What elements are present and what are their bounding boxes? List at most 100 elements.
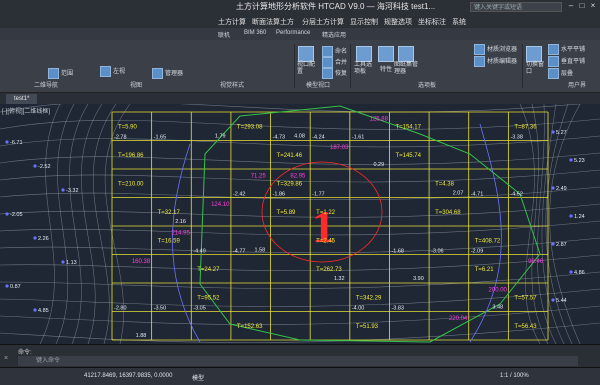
contour-line [0, 220, 600, 236]
tab-performance[interactable]: Performance [276, 30, 310, 36]
cut-depth-label: -4.73 [273, 135, 286, 141]
contour-line [0, 237, 600, 254]
command-history: 命令: [18, 350, 32, 356]
viewport-config-button[interactable]: 视口配置 [297, 62, 317, 76]
tool-palette-icon[interactable] [356, 46, 372, 62]
zoom-extents-icon [48, 68, 59, 79]
cut-depth-label: -3.50 [154, 306, 167, 312]
viewport-config-icon[interactable] [298, 46, 314, 62]
contour-line [0, 104, 582, 113]
title-bar: 土方计算地形分析软件 HTCAD V9.0 — 海河科技 test1... 键入… [0, 0, 600, 14]
menu-item-display-control[interactable]: 显示控制 [350, 17, 378, 27]
close-command-icon[interactable]: × [4, 355, 8, 362]
tab-bim360[interactable]: BIM 360 [244, 30, 266, 36]
cut-depth-label: -2.09 [471, 249, 484, 255]
tool-palette-button[interactable]: 工具选项板 [354, 62, 374, 76]
cut-depth-label: -1.77 [312, 192, 325, 198]
menu-item-earthwork[interactable]: 土方计算 [218, 17, 246, 27]
survey-point [33, 308, 37, 312]
properties-icon[interactable] [378, 46, 394, 62]
fill-height-label: 1.58 [255, 248, 266, 254]
center-marker: 1 [312, 201, 335, 252]
document-tab[interactable]: test1* [6, 94, 38, 104]
cut-depth-label: -4.00 [352, 306, 365, 312]
vertical-tile-button[interactable]: 垂直平铺 [548, 56, 585, 67]
elevation-label: 187.03 [330, 145, 349, 151]
maximize-icon[interactable]: □ [577, 1, 587, 12]
cut-depth-label: -3.38 [510, 135, 523, 141]
viewport-label[interactable]: [-][俯视][二维线框] [2, 106, 50, 115]
edge-elevation-label: 1.24 [574, 214, 585, 220]
cell-volume-label: T=304.68 [435, 210, 461, 216]
survey-point [5, 212, 9, 216]
menu-item-coordinate-label[interactable]: 坐标标注 [418, 17, 446, 27]
cut-depth-label: -4.77 [233, 249, 246, 255]
cell-volume-label: T=24.27 [197, 267, 220, 273]
cascade-button[interactable]: 层叠 [548, 68, 573, 79]
status-bar: 41217.8469, 16397.9835, 0.0000 模型 1:1 / … [0, 367, 600, 385]
fill-height-label: 4.08 [294, 134, 305, 140]
tab-featured-apps[interactable]: 精选应用 [322, 30, 346, 39]
cell-volume-label: T=5.90 [118, 124, 138, 130]
manager-icon [152, 68, 163, 79]
properties-button[interactable]: 特性 [380, 64, 392, 73]
menu-item-layered-earthwork[interactable]: 分层土方计算 [302, 17, 344, 27]
menu-item-section-earthwork[interactable]: 断面法算土方 [252, 17, 294, 27]
search-input[interactable]: 键入关键字或短语 [470, 2, 562, 12]
cell-volume-label: T=57.57 [514, 295, 537, 301]
view-manager-button[interactable]: 管理器 [152, 68, 183, 79]
elevation-label: 220.04 [449, 316, 468, 322]
edge-elevation-label: 2.49 [556, 186, 567, 192]
elevation-label: 125.88 [370, 116, 389, 122]
cell-volume-label: T=408.72 [475, 238, 501, 244]
survey-point [33, 236, 37, 240]
join-viewports-button[interactable]: 合并 [322, 57, 347, 68]
cut-depth-label: -2.80 [114, 306, 127, 312]
material-editor-button[interactable]: 材质编辑器 [474, 56, 517, 67]
view-cube-icon [100, 66, 111, 77]
ribbon-panel: 范围 左视 管理器 视口配置 命名 合并 恢复 工具选项板 特性 图纸集管理器 … [0, 40, 600, 93]
annotation-scale[interactable]: 1:1 / 100% [500, 373, 529, 379]
close-icon[interactable]: × [588, 1, 598, 12]
minimize-icon[interactable]: – [566, 1, 576, 12]
sheet-set-button[interactable]: 图纸集管理器 [394, 62, 420, 76]
cell-volume-label: T=262.73 [316, 267, 342, 273]
fill-height-label: 1.32 [334, 276, 345, 282]
command-input[interactable]: 键入命令 [18, 356, 578, 366]
switch-window-icon[interactable] [526, 46, 542, 62]
sheet-set-icon[interactable] [398, 46, 414, 62]
survey-point [5, 284, 9, 288]
edge-elevation-label: 4.86 [574, 270, 585, 276]
edge-elevation-label: 2.26 [38, 236, 49, 242]
drawing-canvas[interactable]: 1 T=5.90 T=1.22 T=57.57 T=241.46 T=408.72 T=15… [0, 104, 600, 344]
cut-depth-label: -4.49 [193, 249, 206, 255]
restore-viewports-button[interactable]: 恢复 [322, 68, 347, 79]
document-tab-bar: test1* [0, 93, 600, 104]
drawing-viewport[interactable]: 1 T=5.90 T=1.22 T=57.57 T=241.46 T=408.72 T=15… [0, 104, 600, 344]
fill-height-label: 2.16 [175, 219, 186, 225]
edge-elevation-label: 1.13 [66, 260, 77, 266]
horizontal-tile-button[interactable]: 水平平铺 [548, 44, 585, 55]
name-icon [322, 46, 333, 57]
survey-point [61, 188, 65, 192]
cut-depth-label: -3.06 [431, 249, 444, 255]
elevation-label: 200.00 [489, 287, 508, 293]
contour-line [81, 104, 103, 344]
fill-height-label: 1.88 [136, 333, 147, 339]
edge-elevation-label: -2.05 [10, 212, 23, 218]
cell-volume-label: T=56.43 [514, 324, 537, 330]
model-space-button[interactable]: 模型 [192, 373, 204, 382]
menu-item-regular-options[interactable]: 规整选项 [384, 17, 412, 27]
material-browser-button[interactable]: 材质浏览器 [474, 44, 517, 55]
cell-volume-label: T=152.63 [237, 324, 263, 330]
tab-online[interactable]: 联机 [218, 30, 230, 39]
group-label-views: 视图 [130, 83, 143, 89]
named-viewports-button[interactable]: 命名 [322, 46, 347, 57]
survey-point [33, 164, 37, 168]
switch-window-button[interactable]: 切换窗口 [526, 62, 544, 76]
survey-point [569, 270, 573, 274]
menu-item-system[interactable]: 系统 [452, 17, 466, 27]
view-dropdown[interactable]: 左视 [100, 66, 125, 77]
cut-depth-label: -1.61 [352, 135, 365, 141]
range-button[interactable]: 范围 [48, 68, 73, 79]
